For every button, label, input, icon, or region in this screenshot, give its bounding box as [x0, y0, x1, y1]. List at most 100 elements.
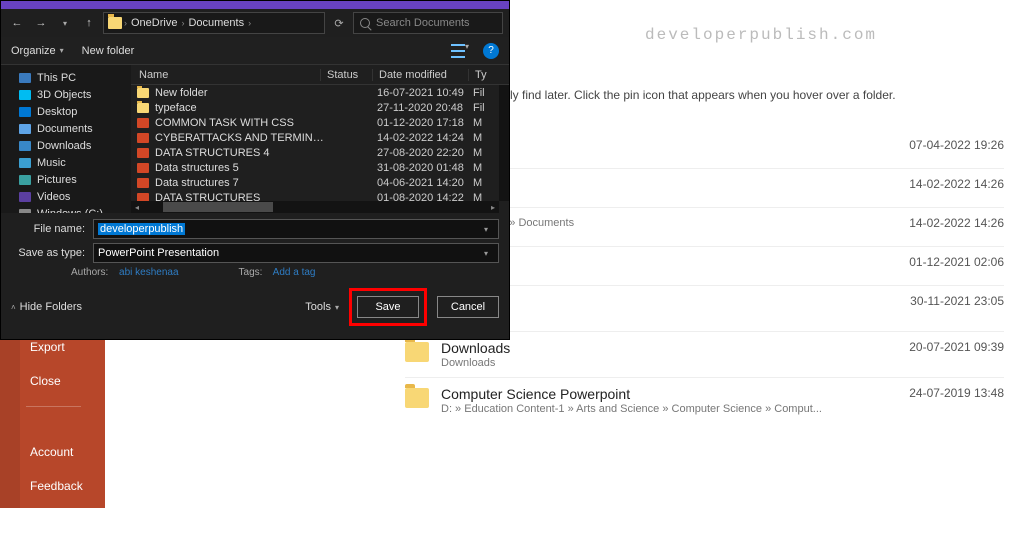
col-name[interactable]: Name [131, 69, 321, 81]
refresh-button[interactable]: ⟳ [329, 13, 349, 33]
save-as-dialog: ← → ▾ ↑ › OneDrive › Documents › ⟳ Searc… [0, 0, 510, 340]
recent-folder-row[interactable]: Computer Science PowerpointD: » Educatio… [405, 377, 1004, 423]
view-options-button[interactable]: ▾ [451, 42, 473, 60]
vertical-scrollbar[interactable] [499, 85, 509, 201]
tree-label: This PC [37, 72, 76, 84]
file-date: 27-08-2020 22:20 [377, 147, 473, 159]
tags-field[interactable]: Tags: Add a tag [239, 267, 316, 278]
save-button-highlight: Save [349, 288, 427, 326]
file-name: CYBERATTACKS AND TERMINOLOGIES O... [155, 132, 325, 144]
tools-menu[interactable]: Tools ▾ [305, 301, 339, 313]
powerpoint-file-icon [137, 178, 149, 188]
tree-item[interactable]: Music [1, 154, 131, 171]
tree-item[interactable]: Desktop [1, 103, 131, 120]
search-input[interactable]: Search Documents [353, 12, 503, 34]
folder-icon [137, 88, 149, 98]
cancel-button[interactable]: Cancel [437, 296, 499, 318]
recent-folder-path: Downloads [441, 357, 874, 369]
file-row[interactable]: COMMON TASK WITH CSS01-12-2020 17:18M [131, 115, 509, 130]
dialog-titlebar[interactable] [1, 1, 509, 9]
save-type-value: PowerPoint Presentation [98, 247, 219, 259]
nav-up-button[interactable]: ↑ [79, 13, 99, 33]
nav-forward-button[interactable]: → [31, 13, 51, 33]
authors-field[interactable]: Authors: abi keshenaa [71, 267, 179, 278]
recent-folder-title: Downloads [441, 340, 874, 356]
crumb-documents[interactable]: Documents [186, 17, 246, 29]
organize-menu[interactable]: Organize ▾ [11, 45, 64, 57]
file-date: 01-12-2020 17:18 [377, 117, 473, 129]
tree-icon [19, 141, 31, 151]
file-name-input[interactable]: developerpublish ▾ [93, 219, 499, 239]
file-date: 27-11-2020 20:48 [377, 102, 473, 114]
tree-item[interactable]: This PC [1, 69, 131, 86]
save-button[interactable]: Save [357, 296, 419, 318]
tree-icon [19, 192, 31, 202]
hide-folders-toggle[interactable]: ˄ Hide Folders [11, 301, 82, 313]
chevron-down-icon: ▾ [465, 42, 469, 60]
file-date: 16-07-2021 10:49 [377, 87, 473, 99]
tags-label: Tags: [239, 267, 263, 278]
tree-item[interactable]: Windows (C:) [1, 205, 131, 213]
file-list-pane: Name Status Date modified Ty New folder1… [131, 65, 509, 213]
tree-label: Music [37, 157, 66, 169]
col-type[interactable]: Ty [469, 69, 509, 81]
nav-back-button[interactable]: ← [7, 13, 27, 33]
powerpoint-file-icon [137, 163, 149, 173]
watermark-text: developerpublish.com [645, 26, 877, 44]
chevron-down-icon: ▾ [478, 249, 494, 258]
file-row[interactable]: New folder16-07-2021 10:49Fil [131, 85, 509, 100]
file-row[interactable]: DATA STRUCTURES 427-08-2020 22:20M [131, 145, 509, 160]
help-button[interactable]: ? [483, 43, 499, 59]
powerpoint-file-icon [137, 133, 149, 143]
tree-label: Pictures [37, 174, 77, 186]
scroll-right-icon[interactable]: ▸ [487, 201, 499, 213]
tree-label: 3D Objects [37, 89, 91, 101]
nav-recent-dropdown[interactable]: ▾ [55, 13, 75, 33]
search-placeholder: Search Documents [376, 17, 470, 29]
tree-label: Documents [37, 123, 93, 135]
tree-icon [19, 107, 31, 117]
organize-label: Organize [11, 45, 56, 57]
chevron-right-icon: › [124, 18, 127, 28]
search-icon [360, 18, 370, 28]
breadcrumb[interactable]: › OneDrive › Documents › [103, 12, 325, 34]
file-list-header: Name Status Date modified Ty [131, 65, 509, 85]
tree-item[interactable]: 3D Objects [1, 86, 131, 103]
col-status[interactable]: Status [321, 69, 373, 81]
crumb-onedrive[interactable]: OneDrive [129, 17, 179, 29]
folder-icon [405, 342, 429, 362]
file-list-rows: New folder16-07-2021 10:49Filtypeface27-… [131, 85, 509, 205]
tree-icon [19, 73, 31, 83]
filename-history-dropdown[interactable]: ▾ [478, 225, 494, 234]
new-folder-button[interactable]: New folder [82, 45, 135, 57]
col-date[interactable]: Date modified [373, 69, 469, 81]
file-date: 04-06-2021 14:20 [377, 177, 473, 189]
tree-item[interactable]: Videos [1, 188, 131, 205]
tools-label: Tools [305, 301, 331, 313]
file-row[interactable]: Data structures 704-06-2021 14:20M [131, 175, 509, 190]
scroll-left-icon[interactable]: ◂ [131, 201, 143, 213]
tree-label: Windows (C:) [37, 208, 103, 214]
dialog-fields: File name: developerpublish ▾ Save as ty… [1, 213, 509, 280]
horizontal-scrollbar[interactable]: ◂ ▸ [131, 201, 499, 213]
sidebar-options[interactable]: Options [0, 503, 105, 537]
recent-folder-date: 14-02-2022 14:26 [874, 216, 1004, 230]
tree-item[interactable]: Documents [1, 120, 131, 137]
file-row[interactable]: Data structures 531-08-2020 01:48M [131, 160, 509, 175]
recent-folder-date: 24-07-2019 13:48 [874, 386, 1004, 400]
recent-folder-title: Computer Science Powerpoint [441, 386, 874, 402]
tree-item[interactable]: Pictures [1, 171, 131, 188]
tree-item[interactable]: Downloads [1, 137, 131, 154]
nav-tree: This PC 3D Objects Desktop Documents Downloa… [1, 65, 131, 213]
file-row[interactable]: CYBERATTACKS AND TERMINOLOGIES O...14-02… [131, 130, 509, 145]
save-type-label: Save as type: [11, 247, 93, 259]
recent-folder-date: 14-02-2022 14:26 [874, 177, 1004, 191]
authors-label: Authors: [71, 267, 108, 278]
scrollbar-thumb[interactable] [163, 202, 273, 212]
folder-icon [137, 103, 149, 113]
file-row[interactable]: typeface27-11-2020 20:48Fil [131, 100, 509, 115]
recent-folder-date: 30-11-2021 23:05 [874, 294, 1004, 308]
recent-folder-date: 07-04-2022 19:26 [874, 138, 1004, 152]
tree-icon [19, 209, 31, 214]
save-type-dropdown[interactable]: PowerPoint Presentation ▾ [93, 243, 499, 263]
